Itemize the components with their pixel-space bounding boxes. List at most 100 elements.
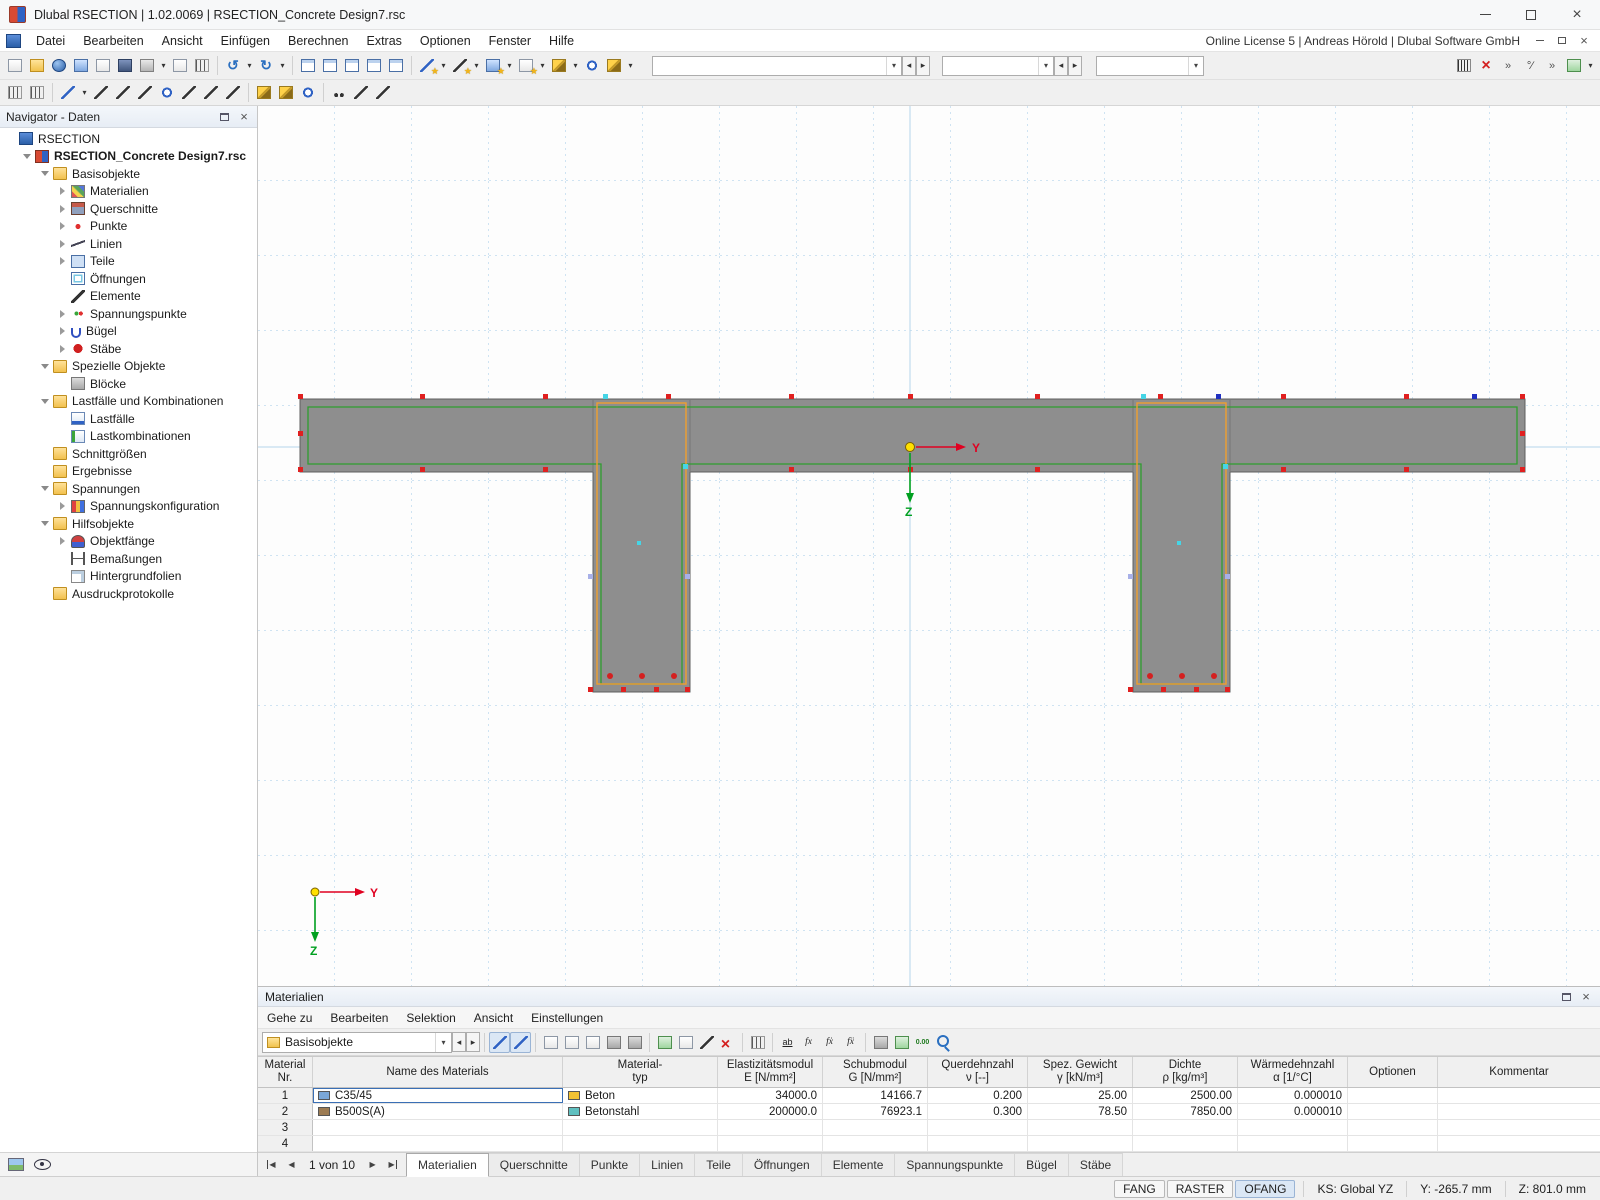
chevron-down-icon[interactable]: [20, 150, 33, 163]
weld-tool-button[interactable]: [328, 82, 350, 103]
redo-button[interactable]: [255, 55, 277, 76]
hatch-tool-button[interactable]: [4, 82, 26, 103]
undo-dropdown[interactable]: [244, 55, 255, 76]
formula-button[interactable]: [798, 1032, 819, 1053]
materials-float-button[interactable]: [1559, 990, 1573, 1004]
raster-toggle[interactable]: RASTER: [1167, 1180, 1234, 1198]
tree-item-objektfaenge[interactable]: Objektfänge: [0, 533, 257, 551]
dlubal-button[interactable]: [48, 55, 70, 76]
load-case-combo-arrow[interactable]: [886, 57, 901, 75]
tab-elemente[interactable]: Elemente: [822, 1153, 896, 1176]
new-line-dropdown[interactable]: [471, 55, 482, 76]
select-tool-dropdown[interactable]: [79, 82, 90, 103]
chevron-right-icon[interactable]: [56, 535, 69, 548]
view-single-button[interactable]: [297, 55, 319, 76]
previous-table-button[interactable]: [282, 1156, 301, 1174]
new-stirrup-button[interactable]: [581, 55, 603, 76]
chevron-right-icon[interactable]: [56, 185, 69, 198]
menu-gehe-zu[interactable]: Gehe zu: [258, 1007, 321, 1028]
display-options-dropdown[interactable]: [1585, 55, 1596, 76]
insert-row-button[interactable]: [540, 1032, 561, 1053]
new-rebar-button[interactable]: [603, 55, 625, 76]
table-row[interactable]: 3: [258, 1120, 1600, 1136]
new-rebar-dropdown[interactable]: [625, 55, 636, 76]
menu-datei[interactable]: Datei: [27, 30, 74, 51]
menu-optionen[interactable]: Optionen: [411, 30, 480, 51]
tab-staebe[interactable]: Stäbe: [1069, 1153, 1123, 1176]
new-opening-dropdown[interactable]: [537, 55, 548, 76]
new-point-button[interactable]: [416, 55, 438, 76]
document-menu-icon[interactable]: [6, 34, 21, 48]
view-split-button[interactable]: [319, 55, 341, 76]
paste-button[interactable]: [4, 55, 26, 76]
search-button[interactable]: [933, 1032, 954, 1053]
tree-item-rsection[interactable]: RSECTION: [0, 130, 257, 148]
tree-item-basisobjekte[interactable]: Basisobjekte: [0, 165, 257, 183]
scale-combo-arrow[interactable]: [1188, 57, 1203, 75]
tree-item-oeffnungen[interactable]: Öffnungen: [0, 270, 257, 288]
chevron-right-icon[interactable]: [56, 255, 69, 268]
export-table-button[interactable]: [654, 1032, 675, 1053]
tree-item-querschnitte[interactable]: Querschnitte: [0, 200, 257, 218]
chevron-right-icon[interactable]: [56, 500, 69, 513]
load-case-next-button[interactable]: [916, 56, 930, 76]
rebar-tool-button[interactable]: [275, 82, 297, 103]
excel-export-button[interactable]: [891, 1032, 912, 1053]
import-table-button[interactable]: [675, 1032, 696, 1053]
tab-punkte[interactable]: Punkte: [580, 1153, 640, 1176]
tree-item-schnittgroessen[interactable]: Schnittgrößen: [0, 445, 257, 463]
chevron-down-icon[interactable]: [38, 517, 51, 530]
tab-oeffnungen[interactable]: Öffnungen: [743, 1153, 822, 1176]
formula-remove-button[interactable]: [840, 1032, 861, 1053]
pin-tool-button[interactable]: [372, 82, 394, 103]
font-button[interactable]: [777, 1032, 798, 1053]
chevron-right-icon[interactable]: [56, 202, 69, 215]
object-snap-toggle[interactable]: OFANG: [1235, 1180, 1295, 1198]
menu-fenster[interactable]: Fenster: [480, 30, 540, 51]
display-options-button[interactable]: [1563, 55, 1585, 76]
table-row[interactable]: 1 C35/45 Beton 34000.0 14166.7 0.200 25.…: [258, 1088, 1600, 1104]
view-rsc-button[interactable]: [385, 55, 407, 76]
tree-item-spannungspunkte[interactable]: Spannungspunkte: [0, 305, 257, 323]
table-prev-button[interactable]: [452, 1032, 466, 1052]
tree-item-ausdruckprotokolle[interactable]: Ausdruckprotokolle: [0, 585, 257, 603]
rotation-button[interactable]: [1519, 55, 1541, 76]
table-view-button[interactable]: [747, 1032, 768, 1053]
print-dropdown[interactable]: [158, 55, 169, 76]
settings-button[interactable]: [70, 55, 92, 76]
load-case-combo[interactable]: [652, 56, 902, 76]
line-tool-button[interactable]: [90, 82, 112, 103]
new-stress-point-button[interactable]: [548, 55, 570, 76]
maximize-button[interactable]: [1508, 0, 1554, 29]
trim-tool-button[interactable]: [200, 82, 222, 103]
minimize-button[interactable]: [1462, 0, 1508, 29]
report-button[interactable]: [191, 55, 213, 76]
chevron-down-icon[interactable]: [38, 360, 51, 373]
jump-to-graphic-button[interactable]: [489, 1032, 510, 1053]
menu-ansicht[interactable]: Ansicht: [153, 30, 212, 51]
material-name-cell[interactable]: C35/45: [313, 1088, 563, 1103]
result-combo[interactable]: [942, 56, 1054, 76]
chevron-right-icon[interactable]: [56, 342, 69, 355]
result-combo-arrow[interactable]: [1038, 57, 1053, 75]
stress-point-tool-button[interactable]: [253, 82, 275, 103]
copy-row-button[interactable]: [561, 1032, 582, 1053]
tree-item-bemassungen[interactable]: Bemaßungen: [0, 550, 257, 568]
formula-edit-button[interactable]: [819, 1032, 840, 1053]
view-horizontal-button[interactable]: [363, 55, 385, 76]
tree-item-staebe[interactable]: Stäbe: [0, 340, 257, 358]
material-name-cell[interactable]: B500S(A): [313, 1104, 563, 1119]
export-button[interactable]: [169, 55, 191, 76]
last-table-button[interactable]: [383, 1156, 402, 1174]
toolbar-overflow-button[interactable]: [1497, 55, 1519, 76]
navigator-float-button[interactable]: [217, 110, 231, 124]
chevron-right-icon[interactable]: [56, 307, 69, 320]
table-settings-button[interactable]: [624, 1032, 645, 1053]
menu-berechnen[interactable]: Berechnen: [279, 30, 357, 51]
hatch2-tool-button[interactable]: [26, 82, 48, 103]
clear-table-button[interactable]: [717, 1032, 738, 1053]
navigator-close-button[interactable]: [237, 110, 251, 124]
materials-close-button[interactable]: [1579, 990, 1593, 1004]
tree-item-punkte[interactable]: Punkte: [0, 218, 257, 236]
tree-item-spannungen[interactable]: Spannungen: [0, 480, 257, 498]
